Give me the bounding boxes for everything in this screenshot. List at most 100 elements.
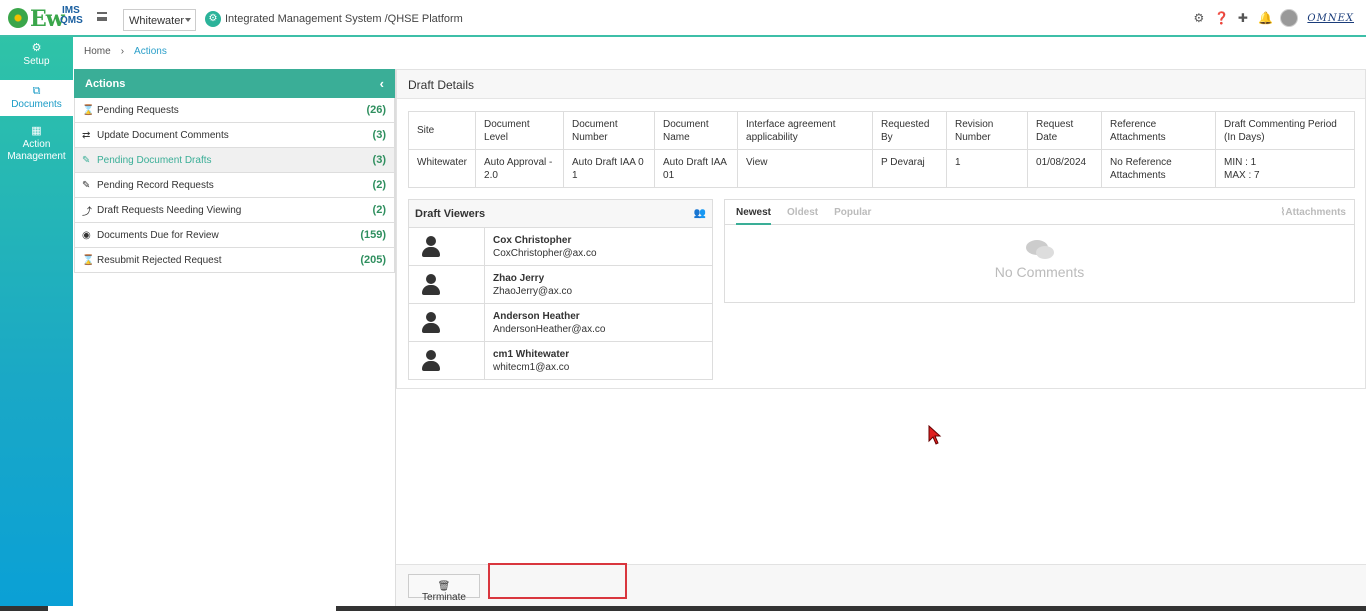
highlight-box [488,563,627,599]
action-item-label: Documents Due for Review [97,229,219,241]
nav-documents-label: Documents [11,99,62,110]
column-header: Reference Attachments [1101,111,1217,150]
user-icon [421,312,441,334]
action-item-count: (205) [360,254,386,266]
terminate-label: Terminate [422,592,466,603]
action-item-draft-requests-needing-viewing[interactable]: ⤴ Draft Requests Needing Viewing (2) [74,198,395,223]
tab-popular[interactable]: Popular [834,200,871,225]
site-select[interactable]: Whitewater [123,9,196,31]
gear-icon[interactable]: ⚙ [1192,11,1205,25]
viewer-avatar [409,342,485,380]
user-icon [421,350,441,372]
column-header: Interface agreement applicability [737,111,874,150]
nav-action-management[interactable]: ▦ Action Management [0,125,73,165]
help-icon[interactable]: ❓ [1214,11,1229,25]
action-item-pending-document-drafts[interactable]: ✎ Pending Document Drafts (3) [74,148,395,173]
cell-document-name: Auto Draft IAA 01 [654,149,739,188]
viewer-email: ZhaoJerry@ax.co [493,286,573,297]
attachments-link[interactable]: ⌇Attachments [1281,207,1346,218]
user-avatar[interactable] [1280,9,1299,27]
action-item-pending-requests[interactable]: ⌛ Pending Requests (26) [74,98,395,123]
breadcrumb-home[interactable]: Home [84,46,111,57]
actions-title: Actions [85,78,126,90]
bell-icon[interactable]: 🔔 [1258,11,1273,25]
breadcrumb-current[interactable]: Actions [134,46,167,57]
column-header: Site [407,111,477,150]
viewer-avatar [409,266,485,303]
viewer-info: Cox Christopher CoxChristopher@ax.co [485,228,605,265]
action-item-count: (26) [366,104,386,116]
plus-icon[interactable]: ✚ [1236,11,1249,25]
action-item-pending-record-requests[interactable]: ✎ Pending Record Requests (2) [74,173,395,198]
tab-newest[interactable]: Newest [736,200,772,225]
cell-commenting-period: MIN : 1 MAX : 7 [1215,149,1355,188]
copy-icon: ⧉ [32,85,41,97]
building-icon: ▦ [31,125,42,137]
column-header: Document Name [654,111,739,150]
column-header: Revision Number [946,111,1029,150]
attachments-label: Attachments [1285,207,1346,218]
edit-icon: ✎ [82,179,91,191]
period-min: MIN : 1 [1224,157,1257,168]
cell-request-date: 01/08/2024 [1027,149,1103,188]
action-item-label: Resubmit Rejected Request [97,254,222,266]
column-header: Document Level [475,111,565,150]
table-header-row: Site Document Level Document Number Docu… [407,111,1355,150]
viewer-row: Anderson Heather AndersonHeather@ax.co [409,304,712,342]
cogs-icon: ⚙ [31,42,42,54]
action-item-label: Pending Requests [97,104,179,116]
taskbar-strip [0,606,1366,611]
action-item-documents-due-for-review[interactable]: ◉ Documents Due for Review (159) [74,223,395,248]
viewer-avatar [409,228,485,265]
action-item-label: Draft Requests Needing Viewing [97,204,242,216]
app-logo[interactable]: Ew IMS QMS [8,4,90,32]
comments-icon [1025,240,1054,260]
hourglass-icon: ⌛ [82,104,95,116]
action-item-label: Update Document Comments [97,129,229,141]
draft-details-table: Site Document Level Document Number Docu… [407,111,1355,188]
users-cog-icon[interactable]: 👥 [694,208,706,219]
action-item-label: Pending Record Requests [97,179,214,191]
action-item-label: Pending Document Drafts [97,154,212,166]
terminate-button[interactable]: 🗑Terminate [408,574,480,603]
edit-icon: ✎ [82,154,91,166]
actions-header: Actions ‹ [74,69,395,98]
comment-tabs: Newest Oldest Popular ⌇Attachments [725,200,1354,225]
interface-view-link[interactable]: View [737,149,874,188]
nav-action-management-label: Action Management [7,139,66,162]
nav-documents[interactable]: ⧉ Documents [0,80,73,116]
cell-document-level: Auto Approval - 2.0 [475,149,565,188]
viewer-info: cm1 Whitewater whitecm1@ax.co [485,342,577,380]
actions-panel: Actions ‹ ⌛ Pending Requests (26) ⇄ Upda… [74,69,396,606]
share-icon: ⤴ [82,206,92,218]
tab-oldest[interactable]: Oldest [787,200,818,225]
action-item-count: (2) [372,204,386,216]
viewer-row: cm1 Whitewater whitecm1@ax.co [409,342,712,380]
document-number-link[interactable]: Auto Draft IAA 0 1 [563,149,656,188]
action-item-update-document-comments[interactable]: ⇄ Update Document Comments (3) [74,123,395,148]
user-icon [421,274,441,296]
viewer-row: Cox Christopher CoxChristopher@ax.co [409,228,712,266]
site-select-value: Whitewater [129,15,185,27]
nav-setup[interactable]: ⚙ Setup [0,42,73,78]
action-item-count: (3) [372,154,386,166]
collapse-chevron-icon[interactable]: ‹ [380,76,384,91]
logo-ew: Ew [30,6,65,32]
logo-flower-icon [8,8,28,28]
cell-revision-number: 1 [946,149,1029,188]
viewer-name: Zhao Jerry [493,273,545,284]
eye-icon: ◉ [82,229,91,241]
top-bar: Ew IMS QMS Whitewater ⚙ Integrated Manag… [0,0,1366,37]
hamburger-menu-icon[interactable] [97,12,107,21]
platform-title: ⚙ Integrated Management System /QHSE Pla… [205,10,463,28]
no-comments: No Comments [725,240,1354,280]
left-nav: ⚙ Setup ⧉ Documents ▦ Action Management [0,37,73,611]
action-item-count: (2) [372,179,386,191]
user-icon [421,236,441,258]
viewer-email: CoxChristopher@ax.co [493,248,597,259]
action-item-count: (159) [360,229,386,241]
action-item-count: (3) [372,129,386,141]
action-item-resubmit-rejected-request[interactable]: ⌛ Resubmit Rejected Request (205) [74,248,395,273]
viewer-name: cm1 Whitewater [493,349,570,360]
viewer-row: Zhao Jerry ZhaoJerry@ax.co [409,266,712,304]
